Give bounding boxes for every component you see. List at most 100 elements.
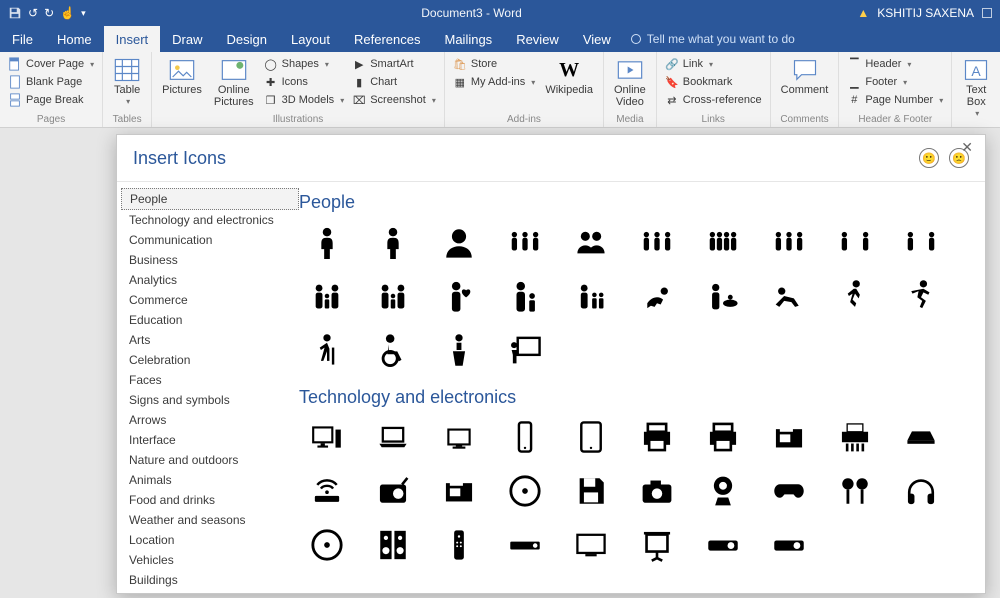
tablet-icon[interactable] — [563, 414, 619, 460]
family-icon[interactable] — [365, 273, 421, 319]
category-item[interactable]: Vehicles — [121, 550, 299, 570]
shredder-icon[interactable] — [827, 414, 883, 460]
comment-button[interactable]: Comment — [777, 56, 833, 98]
two-users-icon[interactable] — [563, 219, 619, 265]
category-item[interactable]: Commerce — [121, 290, 299, 310]
undo-icon[interactable]: ↺ — [28, 6, 38, 20]
elderly-cane-icon[interactable] — [299, 327, 355, 373]
wheelchair-icon[interactable] — [365, 327, 421, 373]
tab-mailings[interactable]: Mailings — [433, 26, 505, 52]
laptop-icon[interactable] — [365, 414, 421, 460]
radio-icon[interactable] — [365, 468, 421, 514]
printer-icon[interactable] — [629, 414, 685, 460]
text-box-button[interactable]: AText Box — [958, 56, 994, 121]
screenshot-button[interactable]: ⌧Screenshot — [350, 92, 438, 108]
group-three-icon[interactable] — [497, 219, 553, 265]
icon-gallery[interactable]: PeopleTechnology and electronics — [299, 182, 985, 593]
parent-child-icon[interactable] — [497, 273, 553, 319]
category-item[interactable]: Food and drinks — [121, 490, 299, 510]
family-small-icon[interactable] — [563, 273, 619, 319]
page-number-button[interactable]: #Page Number — [845, 92, 945, 108]
pictures-button[interactable]: Pictures — [158, 56, 206, 98]
category-item[interactable]: Faces — [121, 370, 299, 390]
footer-button[interactable]: ▁Footer — [845, 74, 909, 90]
icons-button[interactable]: ✚Icons — [262, 74, 347, 90]
category-item[interactable]: Animals — [121, 470, 299, 490]
tab-view[interactable]: View — [571, 26, 623, 52]
touch-mode-icon[interactable]: ☝ — [60, 6, 75, 20]
header-button[interactable]: ▔Header — [845, 56, 913, 72]
cover-page-button[interactable]: Cover Page — [6, 56, 96, 72]
floppy-icon[interactable] — [563, 468, 619, 514]
online-video-button[interactable]: Online Video — [610, 56, 650, 110]
redo-icon[interactable]: ↻ — [44, 6, 54, 20]
desktop-icon[interactable] — [299, 414, 355, 460]
category-item[interactable]: Technology and electronics — [121, 210, 299, 230]
fax-small-icon[interactable] — [431, 468, 487, 514]
category-item[interactable]: Analytics — [121, 270, 299, 290]
wikipedia-button[interactable]: WWikipedia — [541, 56, 597, 98]
projector-icon[interactable] — [761, 522, 817, 568]
headphones-icon[interactable] — [893, 468, 949, 514]
fax-icon[interactable] — [761, 414, 817, 460]
tab-home[interactable]: Home — [45, 26, 104, 52]
teaching-icon[interactable] — [497, 327, 553, 373]
remote-icon[interactable] — [431, 522, 487, 568]
tab-draw[interactable]: Draw — [160, 26, 214, 52]
group-four-icon[interactable] — [695, 219, 751, 265]
tv-icon[interactable] — [563, 522, 619, 568]
category-item[interactable]: Business — [121, 250, 299, 270]
tab-file[interactable]: File — [0, 26, 45, 52]
category-item[interactable]: Arrows — [121, 410, 299, 430]
tab-references[interactable]: References — [342, 26, 432, 52]
category-item[interactable]: Arts — [121, 330, 299, 350]
running-icon[interactable] — [893, 273, 949, 319]
store-button[interactable]: 🛍Store — [451, 56, 537, 72]
close-icon[interactable]: ✕ — [957, 137, 977, 158]
tell-me-search[interactable]: Tell me what you want to do — [623, 26, 1000, 52]
group-three-icon[interactable] — [761, 219, 817, 265]
webcam-icon[interactable] — [695, 468, 751, 514]
restore-icon[interactable] — [982, 8, 992, 18]
category-item[interactable]: Nature and outdoors — [121, 450, 299, 470]
monitor-icon[interactable] — [431, 414, 487, 460]
category-item[interactable]: Interface — [121, 430, 299, 450]
category-item[interactable]: Weather and seasons — [121, 510, 299, 530]
projector-icon[interactable] — [695, 522, 751, 568]
walking-icon[interactable] — [827, 273, 883, 319]
category-item[interactable]: Celebration — [121, 350, 299, 370]
tab-insert[interactable]: Insert — [104, 26, 161, 52]
cd-icon[interactable] — [497, 468, 553, 514]
baby-change-icon[interactable] — [695, 273, 751, 319]
bookmark-button[interactable]: 🔖Bookmark — [663, 74, 735, 90]
smartart-button[interactable]: ▶SmartArt — [350, 56, 438, 72]
blank-page-button[interactable]: Blank Page — [6, 74, 84, 90]
family-icon[interactable] — [299, 273, 355, 319]
link-button[interactable]: 🔗Link — [663, 56, 715, 72]
category-list[interactable]: PeopleTechnology and electronicsCommunic… — [117, 182, 299, 593]
category-item[interactable]: Communication — [121, 230, 299, 250]
podium-icon[interactable] — [431, 327, 487, 373]
category-item[interactable]: People — [121, 188, 299, 210]
disc-icon[interactable] — [299, 522, 355, 568]
chart-button[interactable]: ▮Chart — [350, 74, 438, 90]
category-item[interactable]: Location — [121, 530, 299, 550]
person-heart-icon[interactable] — [431, 273, 487, 319]
save-icon[interactable] — [8, 6, 22, 20]
wifi-router-icon[interactable] — [299, 468, 355, 514]
gamepad-icon[interactable] — [761, 468, 817, 514]
player-icon[interactable] — [497, 522, 553, 568]
category-item[interactable]: Buildings — [121, 570, 299, 590]
smartphone-icon[interactable] — [497, 414, 553, 460]
baby-crawl-icon[interactable] — [629, 273, 685, 319]
online-pictures-button[interactable]: Online Pictures — [210, 56, 258, 110]
person-crawl-icon[interactable] — [761, 273, 817, 319]
speakers-icon[interactable] — [365, 522, 421, 568]
person-icon[interactable] — [299, 219, 355, 265]
3d-models-button[interactable]: ❒3D Models — [262, 92, 347, 108]
tab-layout[interactable]: Layout — [279, 26, 342, 52]
table-button[interactable]: Table — [109, 56, 145, 109]
projector-screen-icon[interactable] — [629, 522, 685, 568]
cross-reference-button[interactable]: ⇄Cross-reference — [663, 92, 764, 108]
page-break-button[interactable]: Page Break — [6, 92, 85, 108]
